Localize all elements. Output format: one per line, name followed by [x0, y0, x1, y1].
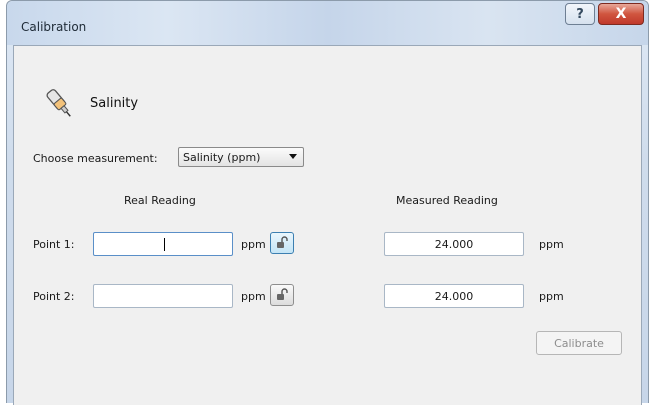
window-title: Calibration [21, 20, 87, 34]
text-caret [164, 238, 165, 251]
close-button[interactable]: X [598, 3, 644, 25]
point-2-real-unit: ppm [241, 290, 266, 303]
chevron-down-icon [289, 154, 297, 159]
point-1-lock-button[interactable] [270, 232, 294, 254]
point-2-measured-unit: ppm [539, 290, 564, 303]
point-1-label: Point 1: [33, 238, 75, 251]
salinity-probe-icon [46, 89, 71, 117]
measured-reading-header: Measured Reading [396, 194, 498, 207]
real-reading-header: Real Reading [124, 194, 196, 207]
measurement-select[interactable]: Salinity (ppm) [178, 147, 304, 167]
point-1-real-input[interactable] [93, 232, 233, 256]
unlock-icon [277, 236, 288, 248]
point-2-real-input[interactable] [93, 284, 233, 308]
unlock-icon [277, 288, 288, 300]
close-icon: X [615, 6, 627, 22]
calibrate-button[interactable]: Calibrate [536, 331, 622, 355]
point-2-label: Point 2: [33, 290, 75, 303]
sensor-name: Salinity [90, 96, 139, 111]
calibration-window: Calibration ? X Salinity Choose measurem… [6, 0, 649, 405]
point-1-measured-field: 24.000 [384, 232, 524, 256]
point-2-measured-field: 24.000 [384, 284, 524, 308]
point-2-measured-value: 24.000 [434, 289, 474, 303]
point-1-real-unit: ppm [241, 238, 266, 251]
title-bar[interactable]: Calibration ? X [7, 1, 648, 45]
measurement-label: Choose measurement: [33, 152, 158, 165]
calibrate-button-label: Calibrate [554, 336, 604, 350]
help-button[interactable]: ? [565, 3, 595, 25]
dialog-body: Salinity Choose measurement: Salinity (p… [13, 45, 642, 405]
point-2-lock-button[interactable] [270, 284, 294, 306]
measurement-selected-value: Salinity (ppm) [183, 150, 261, 164]
help-icon: ? [576, 6, 584, 22]
point-1-measured-unit: ppm [539, 238, 564, 251]
point-1-measured-value: 24.000 [434, 237, 474, 251]
